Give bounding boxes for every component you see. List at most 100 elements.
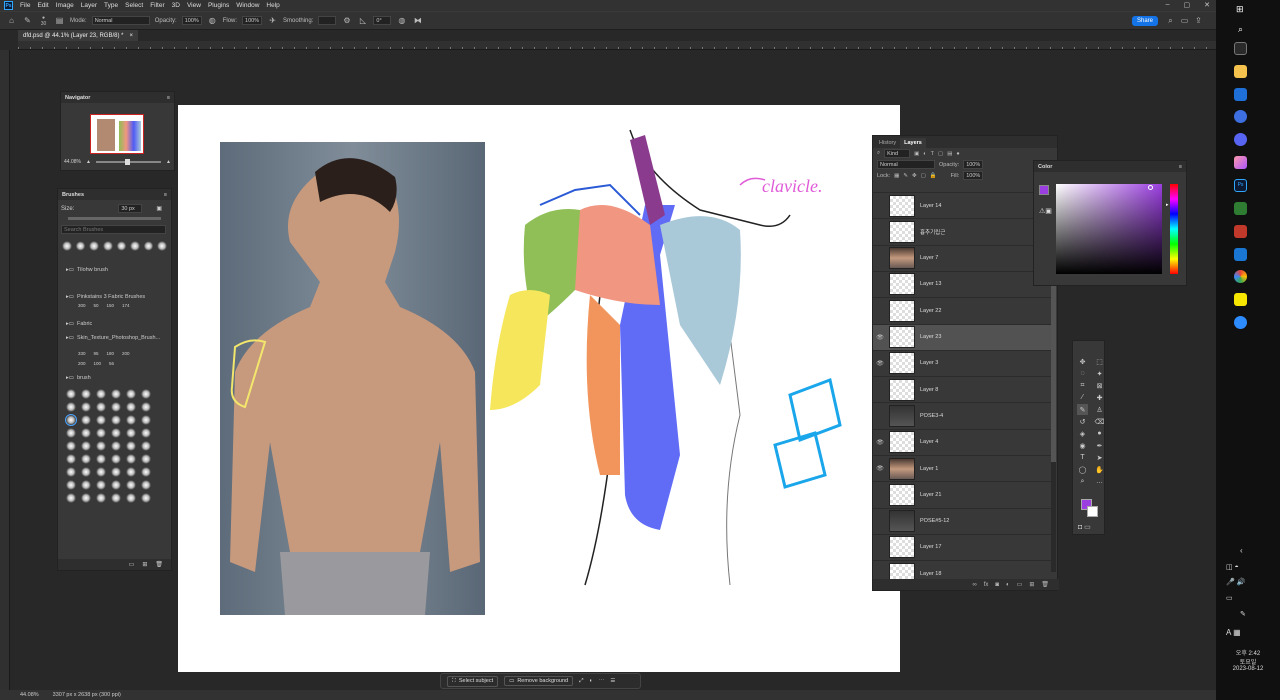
- shape-tool-icon[interactable]: ◯: [1077, 464, 1088, 475]
- layer-row[interactable]: POSE3-4: [873, 402, 1051, 428]
- brush-tip[interactable]: [66, 493, 76, 503]
- color-picker-cursor[interactable]: [1148, 185, 1153, 190]
- brush-tip[interactable]: [66, 441, 76, 451]
- app-icon[interactable]: [1234, 248, 1247, 261]
- brush-tip[interactable]: [66, 402, 76, 412]
- brush-tip[interactable]: [96, 428, 106, 438]
- search-icon[interactable]: ⌕: [1238, 24, 1243, 35]
- recent-brush[interactable]: [89, 241, 99, 251]
- app-icon[interactable]: [1234, 88, 1247, 101]
- zoom-slider[interactable]: [95, 159, 162, 165]
- filter-pixel-icon[interactable]: ▣: [914, 151, 919, 157]
- angle-field[interactable]: 0°: [373, 16, 392, 25]
- menu-select[interactable]: Select: [125, 2, 143, 9]
- workspace-icon[interactable]: ▭: [1179, 15, 1190, 26]
- app-icon[interactable]: [1234, 225, 1247, 238]
- foreground-swatch[interactable]: [1039, 185, 1049, 195]
- menu-view[interactable]: View: [187, 2, 201, 9]
- brush-tip[interactable]: [111, 402, 121, 412]
- brush-tip[interactable]: [66, 389, 76, 399]
- tab-history[interactable]: History: [875, 138, 900, 148]
- search-brushes-input[interactable]: Search Brushes: [61, 225, 166, 234]
- layer-row[interactable]: Layer 18: [873, 560, 1051, 580]
- tray-icons[interactable]: ◫ ◓: [1226, 563, 1239, 571]
- remove-background-button[interactable]: ▭ Remove background: [504, 676, 574, 686]
- dodge-tool-icon[interactable]: ◉: [1077, 440, 1088, 451]
- brush-tip[interactable]: [81, 402, 91, 412]
- brush-tip[interactable]: [81, 389, 91, 399]
- layer-row[interactable]: Layer 13: [873, 270, 1051, 297]
- layer-row[interactable]: Layer 22: [873, 297, 1051, 323]
- close-tab-icon[interactable]: ×: [129, 33, 133, 39]
- share-button[interactable]: Share: [1131, 16, 1158, 26]
- app-icon[interactable]: [1234, 110, 1247, 123]
- brush-tip[interactable]: [111, 467, 121, 477]
- layer-row[interactable]: 👁 Layer 1: [873, 455, 1051, 481]
- photoshop-taskbar-icon[interactable]: Ps: [1234, 179, 1247, 192]
- lock-all-icon[interactable]: 🔒: [930, 173, 937, 179]
- menu-layer[interactable]: Layer: [81, 2, 97, 9]
- mode-select[interactable]: Normal: [91, 16, 150, 25]
- brush-tip[interactable]: [141, 441, 151, 451]
- filter-toggle-icon[interactable]: ●: [956, 151, 959, 157]
- brush-tip[interactable]: [96, 389, 106, 399]
- visibility-eye-icon[interactable]: 👁: [873, 439, 887, 446]
- brush-tip[interactable]: [81, 454, 91, 464]
- lock-artboard-icon[interactable]: ▢: [921, 173, 926, 179]
- chevron-up-icon[interactable]: ‹: [1240, 546, 1243, 555]
- brush-group[interactable]: ▸▭ Fabric: [58, 319, 92, 329]
- folder-icon[interactable]: ▭: [1017, 581, 1023, 588]
- brush-tip[interactable]: [141, 428, 151, 438]
- lasso-tool-icon[interactable]: ◌: [1077, 368, 1088, 379]
- gear-icon[interactable]: ⚙: [341, 15, 352, 26]
- brush-tip[interactable]: [81, 493, 91, 503]
- menu-plugins[interactable]: Plugins: [208, 2, 229, 9]
- volume-icons[interactable]: 🎤 🔊: [1226, 578, 1245, 586]
- brush-tip[interactable]: [96, 415, 106, 425]
- crop-tool-icon[interactable]: ⌗: [1077, 380, 1088, 391]
- brush-tool-icon[interactable]: ✎: [1077, 404, 1088, 415]
- brush-tip[interactable]: [126, 389, 136, 399]
- folder-icon[interactable]: ▭: [129, 561, 135, 568]
- brush-tip[interactable]: [96, 467, 106, 477]
- brush-group[interactable]: ▸▭ Pinkstains 3 Fabric Brushes: [58, 292, 145, 302]
- lock-paint-icon[interactable]: ✎: [903, 173, 908, 179]
- brush-tip[interactable]: [141, 480, 151, 490]
- zoom-in-icon[interactable]: ▲: [166, 159, 171, 165]
- brush-tip[interactable]: [66, 428, 76, 438]
- eyedropper-tool-icon[interactable]: ⁄: [1077, 392, 1088, 403]
- layer-opacity-field[interactable]: 100%: [963, 160, 984, 169]
- menu-3d[interactable]: 3D: [172, 2, 180, 9]
- brush-tip[interactable]: [111, 454, 121, 464]
- zoom-out-icon[interactable]: ▲: [86, 159, 91, 165]
- path-select-icon[interactable]: ➤: [1094, 452, 1105, 463]
- layer-row[interactable]: 흉추기립근: [873, 218, 1051, 244]
- brush-tip[interactable]: [126, 415, 136, 425]
- filter-shape-icon[interactable]: ▢: [938, 151, 943, 157]
- brush-preset-picker[interactable]: ● 30: [38, 15, 49, 27]
- layer-row[interactable]: Layer 14: [873, 192, 1051, 218]
- brush-tip[interactable]: [126, 480, 136, 490]
- new-brush-icon[interactable]: ⊞: [142, 561, 147, 568]
- menu-file[interactable]: File: [20, 2, 30, 9]
- brush-tip[interactable]: [66, 467, 76, 477]
- frame-tool-icon[interactable]: ⊠: [1094, 380, 1105, 391]
- brush-tip[interactable]: [111, 389, 121, 399]
- size-slider[interactable]: [68, 217, 161, 220]
- windows-start-icon[interactable]: ⊞: [1236, 4, 1244, 15]
- visibility-eye-icon[interactable]: 👁: [873, 334, 887, 341]
- bucket-tool-icon[interactable]: ◈: [1077, 428, 1088, 439]
- brush-tip[interactable]: [96, 402, 106, 412]
- zoom-tool-icon[interactable]: ⌕: [1077, 476, 1088, 487]
- close-button[interactable]: ✕: [1204, 1, 1210, 9]
- minimize-button[interactable]: –: [1166, 1, 1170, 9]
- filter-kind-select[interactable]: Kind: [884, 149, 911, 158]
- move-tool-icon[interactable]: ✥: [1077, 356, 1088, 367]
- layer-row[interactable]: Layer 17: [873, 533, 1051, 560]
- brush-tip[interactable]: [111, 480, 121, 490]
- brush-tip[interactable]: [126, 402, 136, 412]
- trash-icon[interactable]: 🗑: [155, 561, 163, 568]
- menu-filter[interactable]: Filter: [150, 2, 164, 9]
- input-language[interactable]: A ▦: [1226, 628, 1241, 637]
- blur-tool-icon[interactable]: ●: [1094, 428, 1105, 439]
